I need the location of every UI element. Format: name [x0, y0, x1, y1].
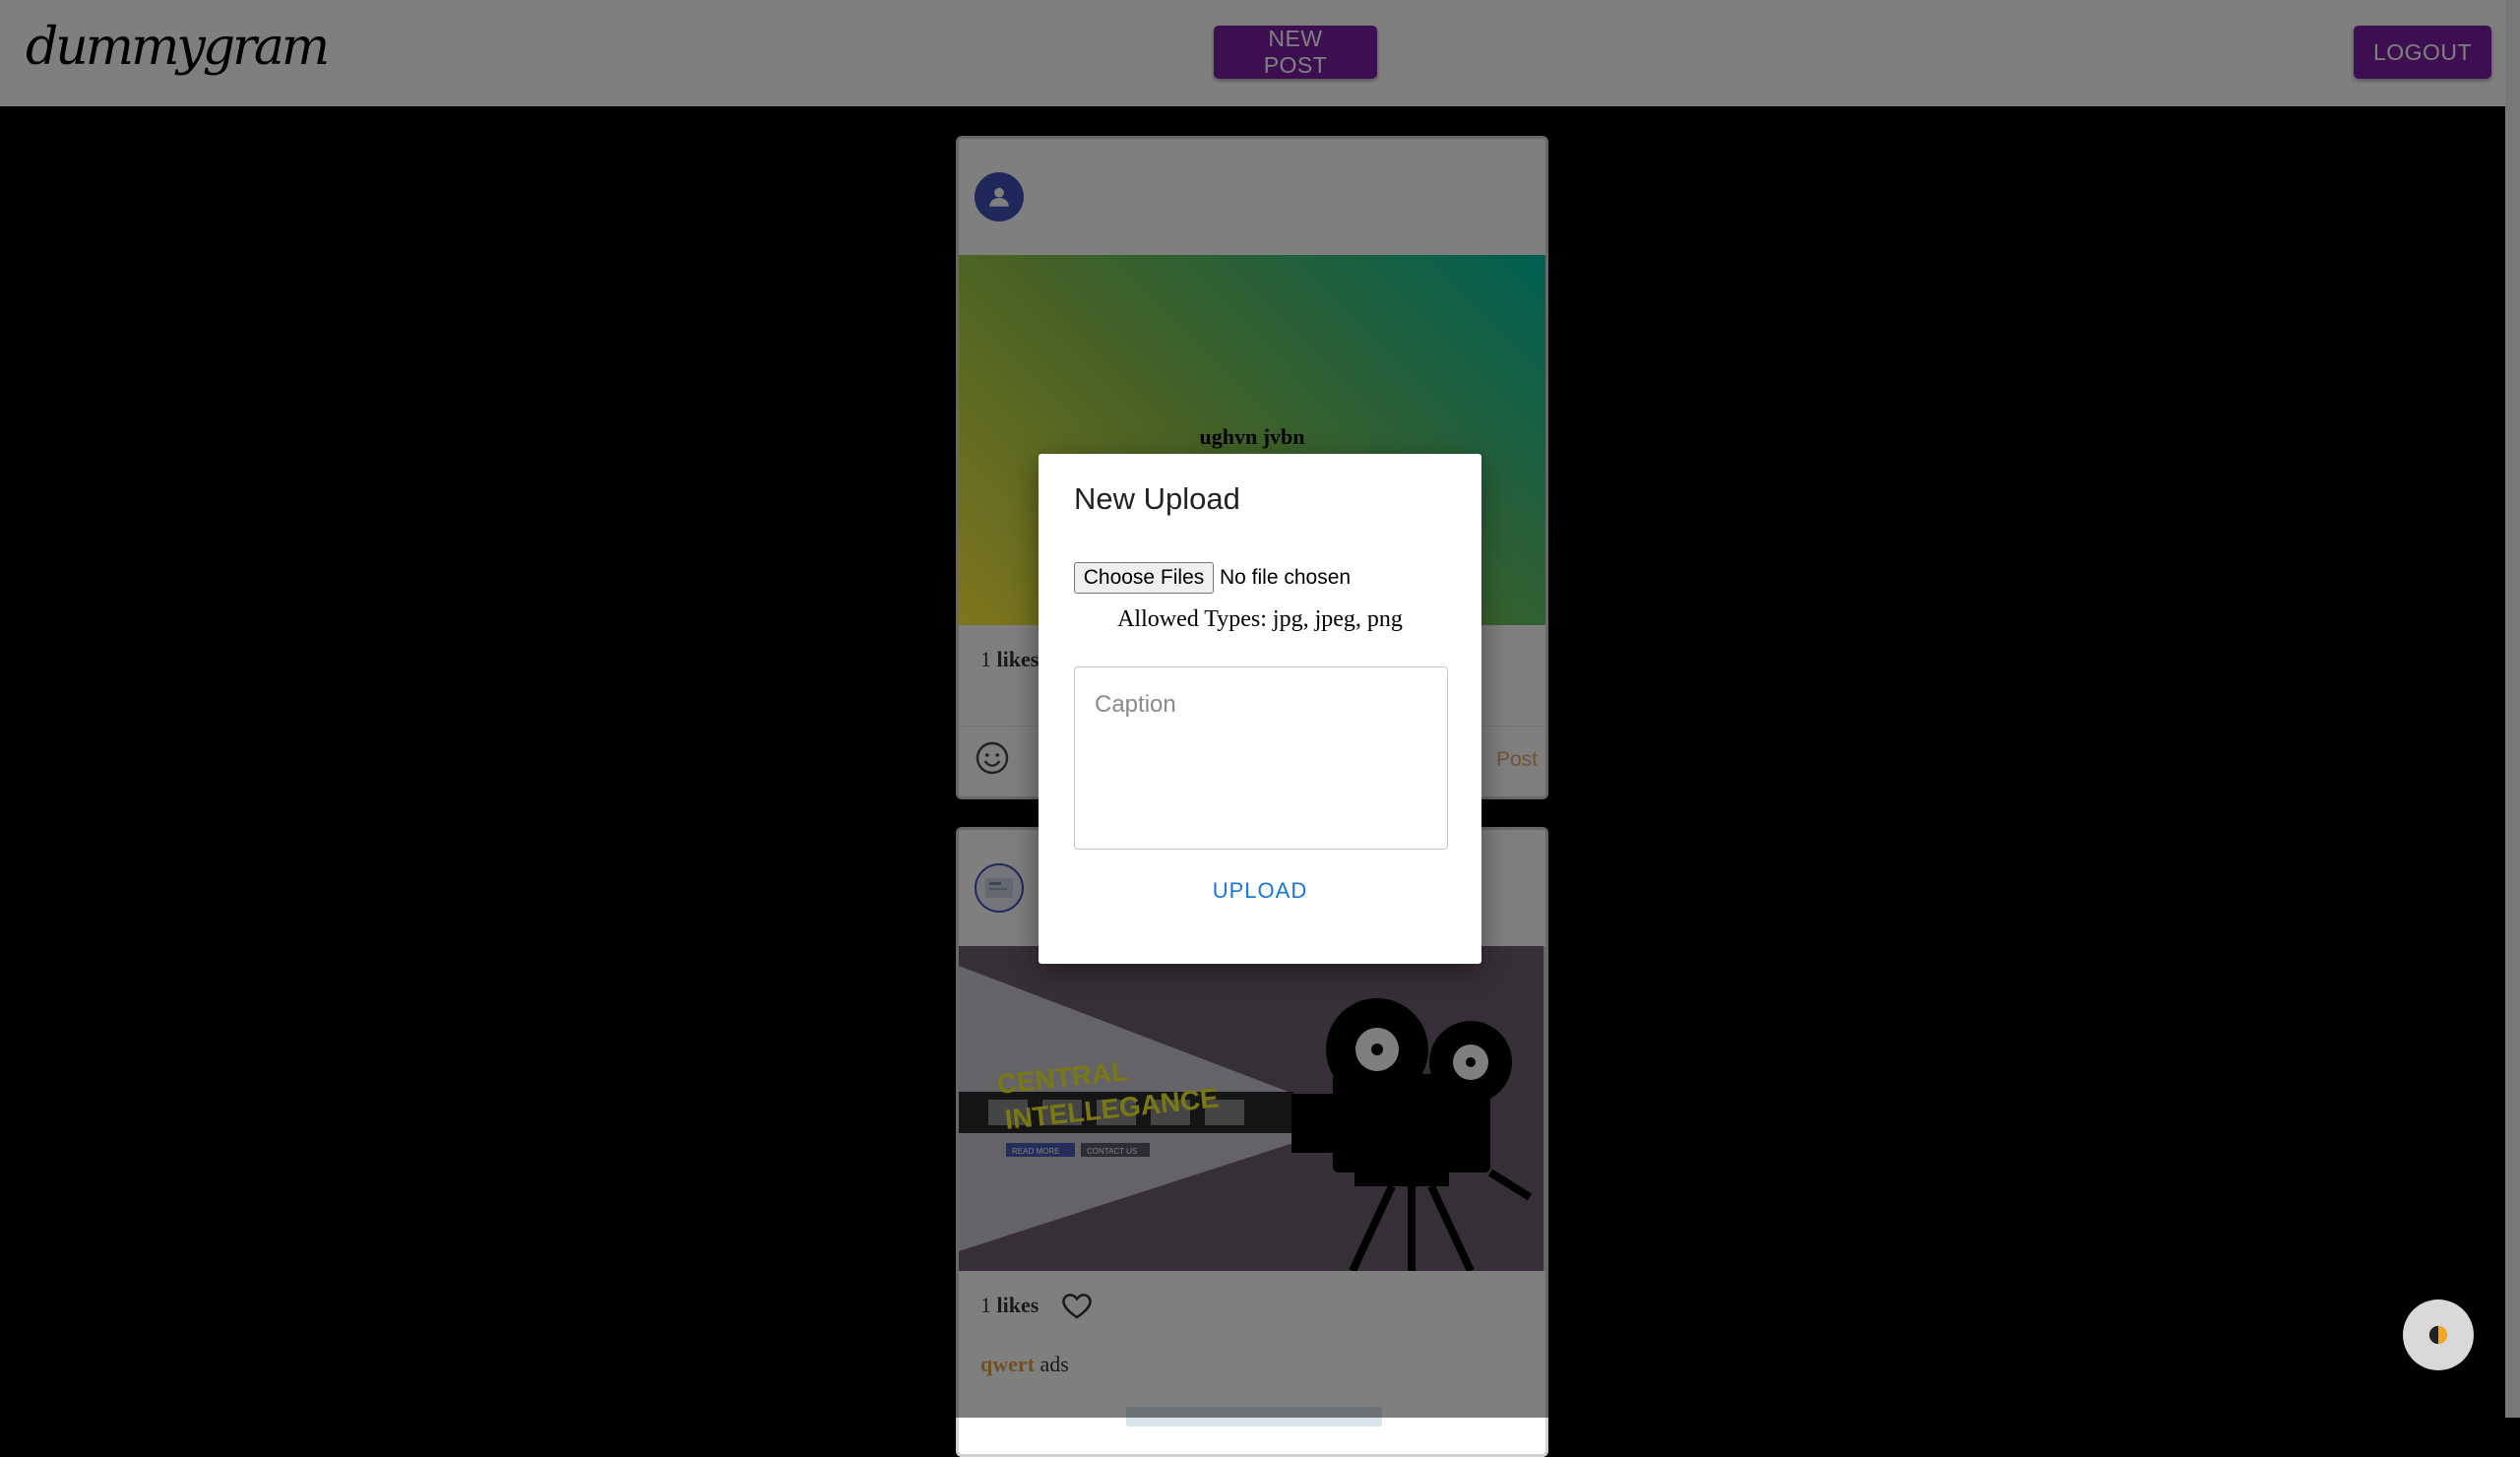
allowed-types-text: Allowed Types: jpg, jpeg, png — [1117, 606, 1403, 632]
modal-title: New Upload — [1074, 481, 1240, 516]
choose-files-button[interactable]: Choose Files — [1074, 562, 1214, 594]
upload-button[interactable]: UPLOAD — [1039, 877, 1481, 905]
theme-toggle-button[interactable] — [2403, 1299, 2474, 1370]
caption-input[interactable] — [1074, 666, 1448, 850]
theme-toggle-icon — [2428, 1325, 2448, 1345]
file-status: No file chosen — [1220, 566, 1352, 589]
new-upload-modal: New Upload Choose Files No file chosen A… — [1039, 454, 1481, 964]
